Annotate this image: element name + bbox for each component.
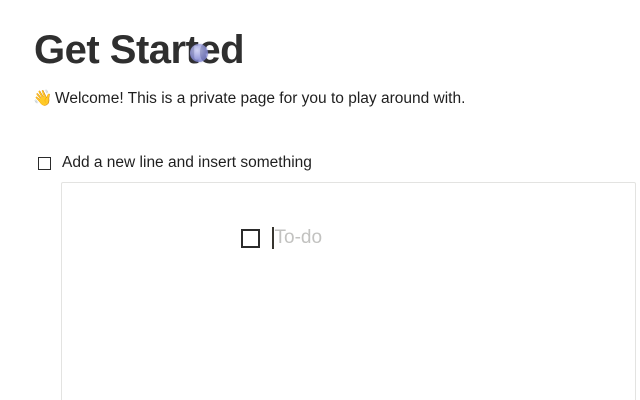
page-title[interactable]: Get Started xyxy=(34,26,245,74)
todo-checkbox[interactable] xyxy=(38,156,51,170)
todo-placeholder[interactable]: To-do xyxy=(275,227,323,249)
welcome-line[interactable]: 👋 Welcome! This is a private page for you… xyxy=(33,89,465,109)
todo-label[interactable]: Add a new line and insert something xyxy=(62,153,312,173)
welcome-text: Welcome! This is a private page for you … xyxy=(55,90,466,107)
notion-page: Get Started 👋 Welcome! This is a private … xyxy=(0,0,640,400)
embed-todo-checkbox[interactable] xyxy=(241,228,260,248)
todo-item: Add a new line and insert something xyxy=(38,153,312,173)
pointer-cursor-icon xyxy=(190,44,208,62)
embed-todo-item: To-do xyxy=(241,227,322,249)
waving-hand-icon: 👋 xyxy=(33,90,53,107)
text-caret xyxy=(272,227,274,249)
embedded-demo-frame: To-do xyxy=(61,182,636,400)
